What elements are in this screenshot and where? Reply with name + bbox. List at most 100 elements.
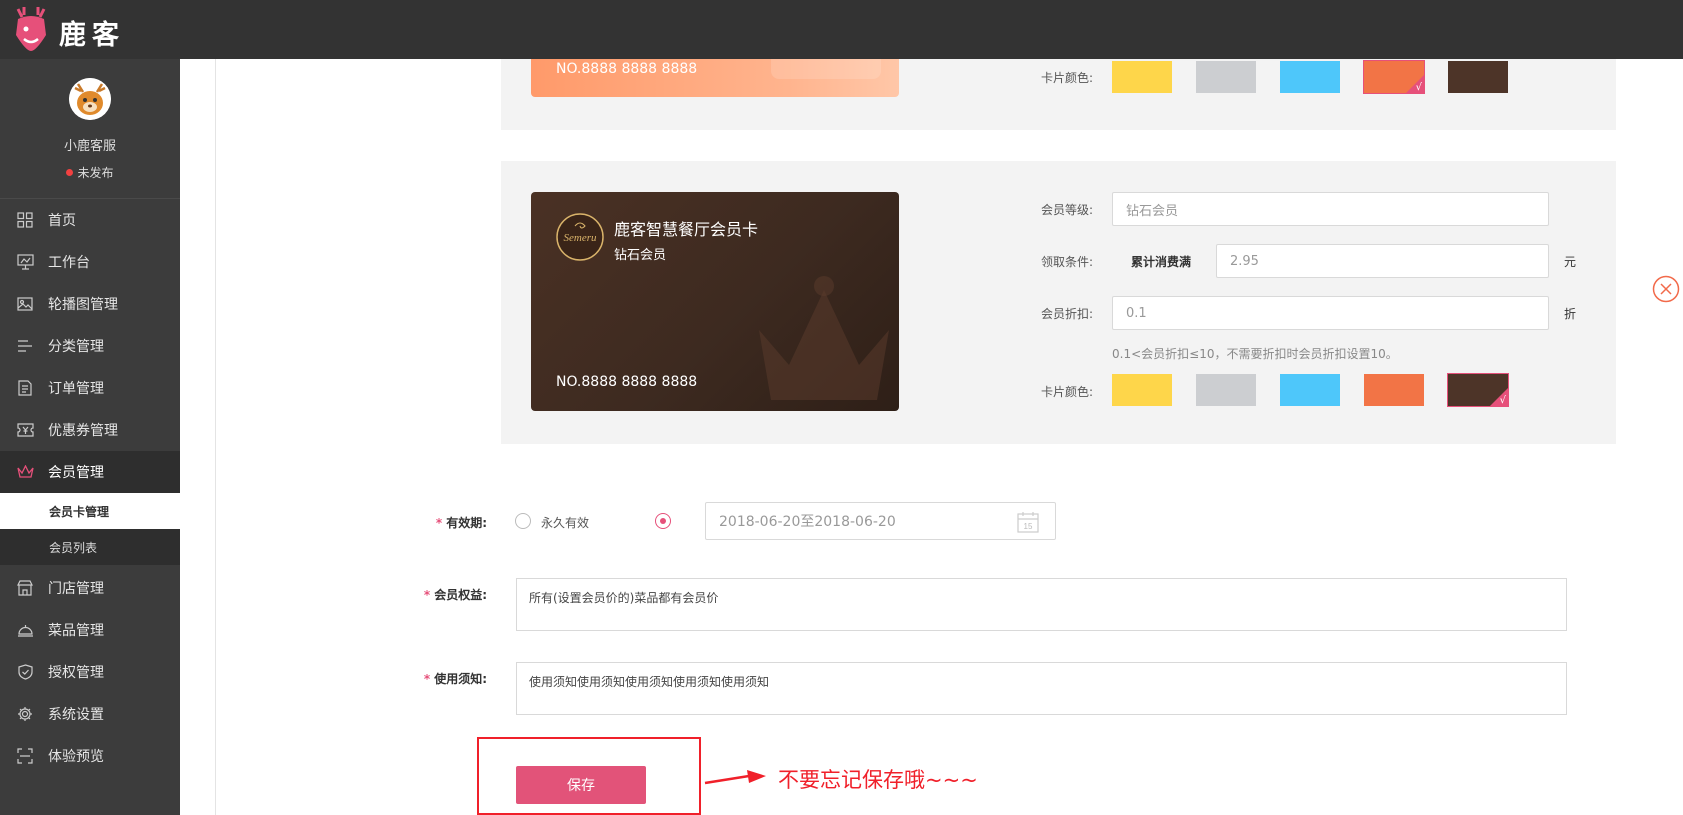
forever-label: 永久有效 — [541, 516, 590, 530]
sidebar-item-label: 分类管理 — [48, 339, 104, 355]
sidebar-item-label: 优惠券管理 — [48, 423, 118, 439]
notice-textarea[interactable]: 使用须知使用须知使用须知使用须知使用须知 — [516, 662, 1567, 715]
cloche-icon — [16, 621, 34, 639]
brand-name: 鹿客 — [59, 20, 125, 51]
color-swatch-yellow[interactable] — [1112, 61, 1172, 93]
document-icon — [16, 379, 34, 397]
sidebar-item-label: 授权管理 — [48, 665, 104, 681]
card-number: NO.8888 8888 8888 — [556, 61, 698, 77]
coupon-icon — [16, 421, 34, 439]
scan-icon — [16, 747, 34, 765]
color-swatch-brown-selected[interactable]: √ — [1447, 373, 1509, 407]
sidebar-item-label: 轮播图管理 — [48, 297, 118, 313]
notice-label: * 使用须知: — [423, 672, 487, 686]
shop-logo: Semeru — [556, 213, 604, 261]
sidebar-subitem-memberlist[interactable]: 会员列表 — [0, 529, 180, 565]
crown-icon — [16, 463, 34, 481]
sidebar-item-home[interactable]: 首页 — [0, 199, 180, 241]
sidebar-item-label: 首页 — [48, 213, 76, 229]
radio-forever[interactable] — [515, 513, 531, 529]
sidebar-subitem-label: 会员卡管理 — [49, 504, 110, 519]
content-divider — [215, 59, 216, 815]
color-swatch-gray[interactable] — [1196, 61, 1256, 93]
discount-unit: 折 — [1564, 307, 1577, 321]
sidebar-item-label: 订单管理 — [48, 381, 104, 397]
store-icon — [16, 579, 34, 597]
card-level-name: 钻石会员 — [614, 248, 667, 263]
sidebar-item-dishes[interactable]: 菜品管理 — [0, 609, 180, 651]
validity-label: * 有效期: — [435, 516, 487, 530]
color-swatch-orange[interactable] — [1364, 374, 1424, 406]
rights-label: * 会员权益: — [423, 588, 487, 602]
sidebar-item-workbench[interactable]: 工作台 — [0, 241, 180, 283]
discount-input[interactable]: 0.1 — [1112, 296, 1549, 330]
annotation-text: 不要忘记保存哦~~~ — [778, 768, 978, 792]
color-swatch-gray[interactable] — [1196, 374, 1256, 406]
status-dot — [66, 169, 74, 176]
monitor-icon — [16, 253, 34, 271]
sidebar-item-banner[interactable]: 轮播图管理 — [0, 283, 180, 325]
sidebar-item-label: 工作台 — [48, 255, 90, 271]
sidebar-item-coupons[interactable]: 优惠券管理 — [0, 409, 180, 451]
rights-textarea[interactable]: 所有(设置会员价的)菜品都有会员价 — [516, 578, 1567, 631]
color-swatch-orange-selected[interactable]: √ — [1363, 60, 1425, 94]
discount-label: 会员折扣: — [1041, 307, 1094, 321]
card-shop-name: 鹿客智慧餐厅会员卡 — [614, 220, 759, 239]
save-button[interactable]: 保存 — [516, 766, 646, 804]
sidebar-item-label: 门店管理 — [48, 581, 104, 597]
date-range-input[interactable]: 2018-06-20至2018-06-20 15 — [705, 502, 1056, 540]
calendar-day: 15 — [1024, 522, 1033, 531]
condition-input[interactable]: 2.95 — [1216, 244, 1549, 278]
card-color-label: 卡片颜色: — [1041, 385, 1094, 399]
discount-hint: 0.1<会员折扣≤10，不需要折扣时会员折扣设置10。 — [1112, 347, 1398, 361]
grid-icon — [16, 211, 34, 229]
calendar-icon: 15 — [1017, 512, 1039, 533]
deer-avatar-icon — [69, 78, 111, 120]
shop-logo-text: Semeru — [564, 232, 597, 244]
top-bar: 鹿客 — [0, 0, 1683, 59]
check-icon: √ — [1415, 82, 1422, 93]
color-swatch-yellow[interactable] — [1112, 374, 1172, 406]
date-range-value: 2018-06-20至2018-06-20 — [719, 514, 896, 530]
sidebar-item-stores[interactable]: 门店管理 — [0, 567, 180, 609]
list-icon — [16, 337, 34, 355]
sidebar-subitem-label: 会员列表 — [49, 540, 98, 555]
color-swatch-brown[interactable] — [1448, 61, 1508, 93]
sidebar-item-settings[interactable]: 系统设置 — [0, 693, 180, 735]
sidebar-item-label: 系统设置 — [48, 707, 104, 723]
profile-block: 小鹿客服 未发布 — [0, 59, 180, 199]
sidebar-item-label: 菜品管理 — [48, 623, 104, 639]
image-icon — [16, 295, 34, 313]
sidebar-item-authorization[interactable]: 授权管理 — [0, 651, 180, 693]
crown-watermark-icon — [759, 276, 889, 400]
shield-icon — [16, 663, 34, 681]
sidebar-item-label: 会员管理 — [48, 465, 104, 481]
condition-label: 领取条件: — [1041, 255, 1094, 269]
profile-name: 小鹿客服 — [63, 139, 116, 154]
sidebar-item-label: 体验预览 — [48, 749, 104, 765]
sidebar-subitem-membercard[interactable]: 会员卡管理 — [0, 493, 180, 529]
level-label: 会员等级: — [1041, 203, 1094, 217]
color-swatch-blue[interactable] — [1280, 374, 1340, 406]
annotation-arrow-icon — [704, 770, 766, 785]
radio-date-range[interactable] — [655, 513, 671, 529]
close-icon[interactable] — [1652, 275, 1680, 303]
condition-unit: 元 — [1564, 255, 1577, 269]
status-text: 未发布 — [77, 166, 114, 180]
avatar[interactable] — [69, 78, 111, 120]
member-card-orange: NO.8888 8888 8888 — [531, 59, 899, 97]
sidebar-item-members[interactable]: 会员管理 — [0, 451, 180, 493]
sidebar-item-orders[interactable]: 订单管理 — [0, 367, 180, 409]
sidebar-item-preview[interactable]: 体验预览 — [0, 735, 180, 777]
card-color-label: 卡片颜色: — [1041, 71, 1094, 85]
card-number: NO.8888 8888 8888 — [556, 374, 698, 390]
deer-logo-icon — [16, 7, 46, 51]
sidebar-item-category[interactable]: 分类管理 — [0, 325, 180, 367]
publish-status: 未发布 — [0, 164, 180, 181]
color-swatch-blue[interactable] — [1280, 61, 1340, 93]
level-input[interactable]: 钻石会员 — [1112, 192, 1549, 226]
check-icon: √ — [1499, 395, 1506, 406]
condition-prefix: 累计消费满 — [1131, 255, 1192, 269]
gear-icon — [16, 705, 34, 723]
member-card-diamond: Semeru 鹿客智慧餐厅会员卡 钻石会员 NO.8888 8888 8888 — [531, 192, 899, 411]
